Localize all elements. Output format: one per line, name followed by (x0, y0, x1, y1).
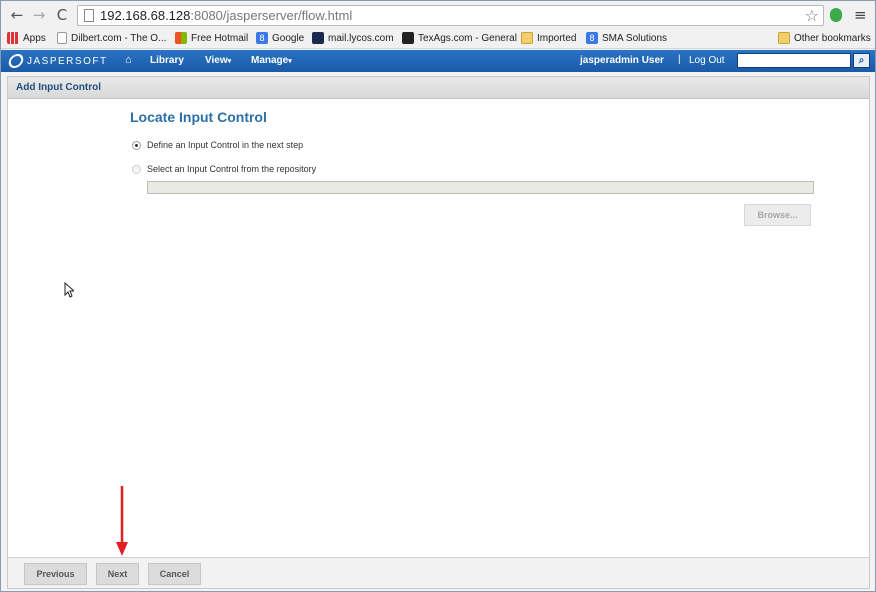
bookmark-hotmail[interactable]: Free Hotmail (175, 32, 248, 44)
radio-select-label[interactable]: Select an Input Control from the reposit… (147, 164, 316, 174)
back-arrow-icon[interactable]: ← (7, 5, 27, 25)
bookmark-other[interactable]: Other bookmarks (778, 32, 871, 44)
menu-icon[interactable]: ≡ (854, 6, 868, 24)
bookmark-lycos[interactable]: mail.lycos.com (312, 32, 394, 44)
dialog-title-bar: Add Input Control (8, 77, 869, 99)
repository-path-input[interactable] (147, 181, 814, 194)
user-name: jasperadmin User (580, 55, 664, 66)
radio-define-input-control[interactable] (132, 141, 141, 150)
page-icon (84, 9, 94, 22)
extension-icon[interactable] (830, 8, 842, 22)
jaspersoft-logo[interactable]: JASPERSOFT (7, 54, 108, 68)
page-icon (57, 32, 67, 44)
bookmark-apps[interactable]: Apps (7, 32, 46, 44)
lycos-icon (312, 32, 324, 44)
bookmark-texags[interactable]: TexAgs.com - General (402, 32, 517, 44)
dropdown-caret-icon: ▾ (288, 58, 292, 65)
bookmark-imported[interactable]: Imported (521, 32, 576, 44)
logo-mark-icon (7, 54, 25, 68)
next-button[interactable]: Next (96, 563, 139, 585)
browse-button[interactable]: Browse... (744, 204, 811, 226)
nav-view[interactable]: View▾ (205, 55, 231, 66)
bookmarks-bar: Apps Dilbert.com - The O... Free Hotmail… (1, 29, 875, 49)
dropdown-caret-icon: ▾ (227, 58, 232, 65)
reload-icon[interactable]: C (52, 5, 72, 25)
dialog-footer: Previous Next Cancel (8, 557, 869, 588)
section-title: Locate Input Control (130, 109, 267, 125)
search-icon[interactable]: ⌕ (853, 53, 870, 68)
home-icon[interactable]: ⌂ (125, 54, 132, 66)
dialog-title: Add Input Control (16, 82, 101, 93)
radio-define-label[interactable]: Define an Input Control in the next step (147, 140, 303, 150)
windows-icon (175, 32, 187, 44)
address-bar[interactable]: 192.168.68.128:8080/jasperserver/flow.ht… (77, 5, 824, 26)
mouse-cursor-icon (64, 282, 74, 298)
star-icon[interactable]: ☆ (805, 6, 819, 25)
logout-link[interactable]: Log Out (689, 55, 725, 66)
nav-manage[interactable]: Manage▾ (251, 55, 292, 66)
nav-library[interactable]: Library (150, 55, 184, 66)
apps-icon (7, 32, 19, 44)
add-input-control-dialog: Add Input Control Locate Input Control D… (7, 76, 870, 589)
google-icon: 8 (256, 32, 268, 44)
radio-select-from-repository[interactable] (132, 165, 141, 174)
app-header: JASPERSOFT ⌂ Library View▾ Manage▾ jaspe… (1, 50, 875, 72)
cancel-button[interactable]: Cancel (148, 563, 201, 585)
bookmark-google[interactable]: 8 Google (256, 32, 304, 44)
browser-window: ← → C 192.168.68.128:8080/jasperserver/f… (0, 0, 876, 592)
header-separator: | (678, 54, 681, 65)
folder-icon (778, 32, 790, 44)
browser-toolbar: ← → C 192.168.68.128:8080/jasperserver/f… (1, 1, 875, 29)
google-icon: 8 (586, 32, 598, 44)
header-search-input[interactable] (737, 53, 851, 68)
folder-icon (521, 32, 533, 44)
url-path: :8080/jasperserver/flow.html (190, 8, 353, 23)
red-arrow-annotation-icon (116, 486, 128, 556)
texags-icon (402, 32, 414, 44)
forward-arrow-icon[interactable]: → (29, 5, 49, 25)
bookmark-dilbert[interactable]: Dilbert.com - The O... (57, 32, 166, 44)
url-host: 192.168.68.128 (100, 8, 191, 23)
previous-button[interactable]: Previous (24, 563, 87, 585)
bookmark-sma[interactable]: 8 SMA Solutions (586, 32, 667, 44)
